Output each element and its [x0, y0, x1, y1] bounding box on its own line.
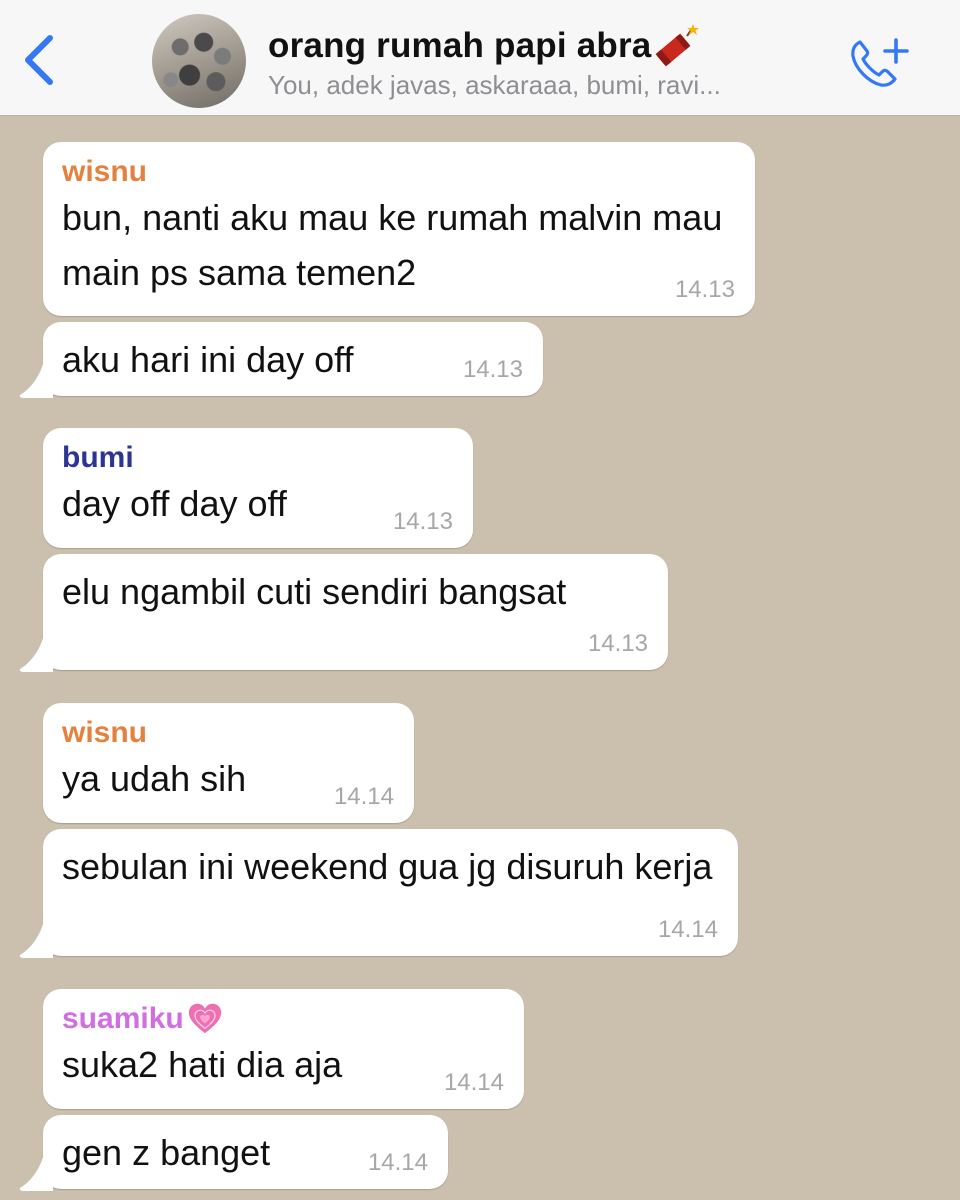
bubble-tail: [19, 924, 53, 958]
add-call-icon[interactable]: [848, 34, 912, 90]
message-time: 14.14: [657, 916, 718, 943]
message-text: bun, nanti aku mau ke rumah malvin mau m…: [62, 197, 723, 293]
message-time: 14.13: [392, 508, 453, 535]
message-time: 14.13: [674, 276, 735, 303]
message-bubble[interactable]: wisnu bun, nanti aku mau ke rumah malvin …: [43, 142, 755, 316]
sender-name: bumi: [62, 441, 134, 474]
message-text: suka2 hati dia aja: [62, 1044, 343, 1085]
group-avatar[interactable]: [152, 14, 246, 108]
message-bubble[interactable]: elu ngambil cuti sendiri bangsat 14.13: [19, 554, 668, 672]
firecracker-icon: [656, 24, 700, 67]
message-bubble[interactable]: aku hari ini day off 14.13: [19, 322, 543, 398]
message-bubble[interactable]: sebulan ini weekend gua jg disuruh kerja…: [19, 829, 738, 958]
message-time: 14.14: [367, 1149, 428, 1176]
message-sender[interactable]: suamiku: [62, 1001, 504, 1037]
message-bubble[interactable]: wisnu ya udah sih 14.14: [43, 703, 414, 823]
bubble-tail: [19, 638, 53, 672]
message-bubble[interactable]: bumi day off day off 14.13: [43, 428, 473, 548]
group-members[interactable]: You, adek javas, askaraaa, bumi, ravi...: [268, 70, 721, 101]
group-title[interactable]: orang rumah papi abra: [268, 24, 700, 68]
message-sender[interactable]: wisnu: [62, 715, 394, 751]
growing-heart-icon: [188, 1003, 221, 1034]
message-time: 14.14: [333, 783, 394, 810]
message-sender[interactable]: bumi: [62, 440, 453, 476]
message-bubble[interactable]: gen z banget 14.14: [19, 1115, 448, 1191]
message-bubble[interactable]: suamiku suka2 hati dia aja 14.14: [43, 989, 524, 1109]
message-text: elu ngambil cuti sendiri bangsat: [62, 571, 567, 612]
message-text: aku hari ini day off: [62, 339, 354, 380]
message-time: 14.14: [443, 1069, 504, 1096]
bubble-tail: [19, 1157, 53, 1191]
sender-name: wisnu: [62, 155, 148, 188]
sender-name: suamiku: [62, 1002, 184, 1035]
message-time: 14.13: [587, 630, 648, 657]
message-text: sebulan ini weekend gua jg disuruh kerja: [62, 846, 713, 887]
chat-header: orang rumah papi abra You, adek javas, a…: [0, 0, 960, 116]
bubble-tail: [19, 364, 53, 398]
message-sender[interactable]: wisnu: [62, 154, 735, 190]
sender-name: wisnu: [62, 716, 148, 749]
chevron-left-icon[interactable]: [18, 30, 62, 90]
group-title-text: orang rumah papi abra: [268, 26, 652, 65]
message-time: 14.13: [462, 356, 523, 383]
